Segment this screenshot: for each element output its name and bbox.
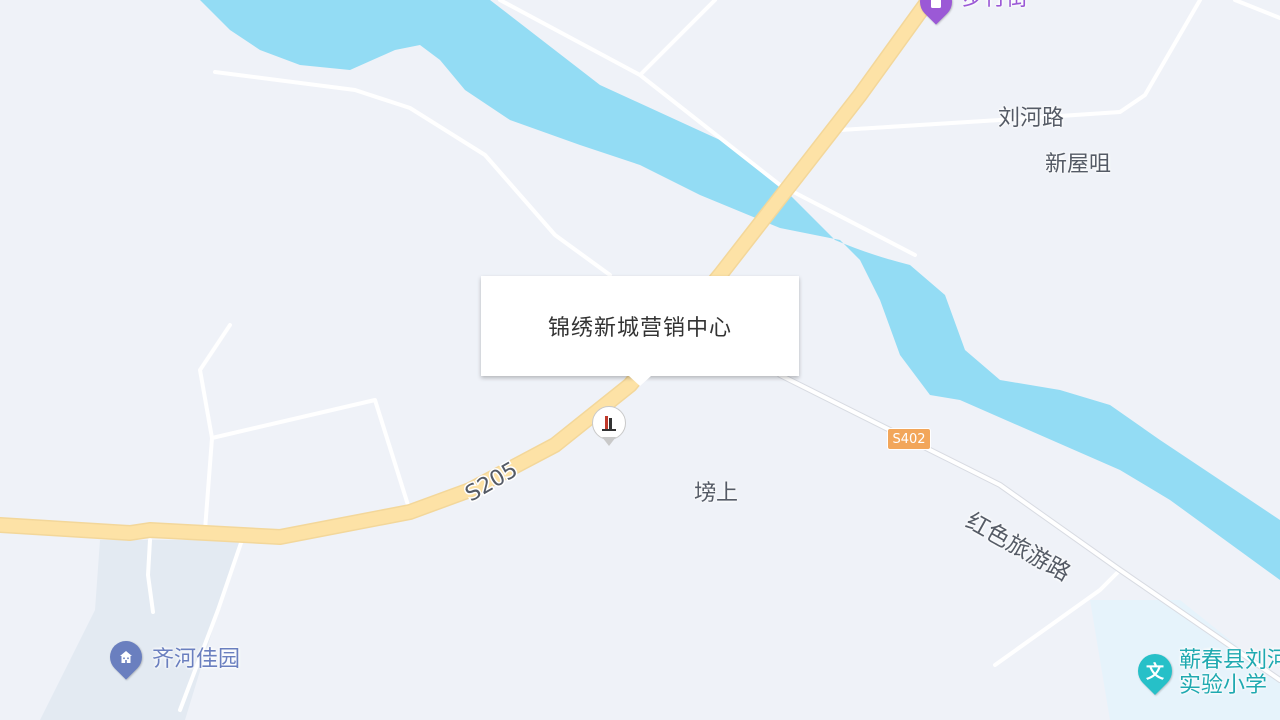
poi-label-qihe-jiayuan: 齐河佳园 bbox=[152, 647, 241, 672]
poi-school[interactable]: 文 蕲春县刘河 实验小学 bbox=[1130, 646, 1280, 710]
poi-label-school-line2: 实验小学 bbox=[1179, 673, 1268, 699]
info-popup[interactable]: 锦绣新城营销中心 bbox=[481, 276, 799, 386]
residential-icon bbox=[103, 634, 149, 680]
route-shield-s402: S402 bbox=[887, 428, 931, 450]
shopping-bag-icon bbox=[913, 0, 959, 25]
place-label-xinwuzui: 新屋咀 bbox=[1045, 152, 1112, 177]
poi-qihe-jiayuan[interactable]: 齐河佳园 bbox=[103, 634, 260, 681]
popup-title: 锦绣新城营销中心 bbox=[547, 316, 732, 341]
road-label-liuhe: 刘河路 bbox=[998, 106, 1065, 131]
poi-label-school: 蕲春县刘河 实验小学 bbox=[1179, 648, 1280, 699]
place-label-bangshang: 塝上 bbox=[694, 481, 739, 506]
poi-pedestrian-street[interactable]: 步行街 bbox=[913, 0, 1040, 26]
school-wen-icon: 文 bbox=[1130, 646, 1180, 696]
poi-label-pedestrian-street: 步行街 bbox=[962, 0, 1028, 11]
location-marker[interactable] bbox=[592, 406, 628, 450]
poi-label-school-line1: 蕲春县刘河 bbox=[1179, 648, 1280, 673]
building-logo-icon bbox=[592, 406, 626, 440]
